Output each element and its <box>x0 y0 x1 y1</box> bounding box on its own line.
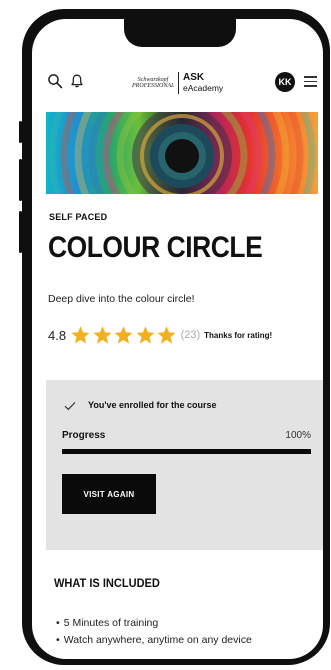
logo-eacademy: eAcademy <box>183 82 224 93</box>
rating-stars[interactable] <box>70 325 178 345</box>
schwarzkopf-brand: Schwarzkopf PROFESSIONAL <box>132 77 175 89</box>
phone-frame: Schwarzkopf PROFESSIONAL ASK eAcademy KK <box>19 9 330 665</box>
rating-row: 4.8 (23) Thanks for rating! <box>48 324 272 346</box>
user-avatar[interactable]: KK <box>275 72 295 92</box>
included-list: 5 Minutes of training Watch anywhere, an… <box>56 615 252 649</box>
included-section-title: WHAT IS INCLUDED <box>54 576 160 590</box>
visit-again-button[interactable]: VISIT AGAIN <box>62 474 156 514</box>
course-description: Deep dive into the colour circle! <box>48 293 195 305</box>
course-title: COLOUR CIRCLE <box>48 231 263 264</box>
course-type-label: SELF PACED <box>49 212 108 222</box>
colour-circle-graphic <box>46 112 318 194</box>
phone-volume-up <box>19 159 22 201</box>
course-hero-image <box>46 112 318 194</box>
list-item: Watch anywhere, anytime on any device <box>56 632 252 649</box>
star-icon[interactable] <box>70 325 91 345</box>
hamburger-icon[interactable] <box>304 76 317 87</box>
rating-thanks-message: Thanks for rating! <box>204 330 273 340</box>
rating-value: 4.8 <box>48 327 67 343</box>
enrollment-status: You've enrolled for the course <box>88 400 217 410</box>
star-icon[interactable] <box>113 325 134 345</box>
star-icon[interactable] <box>156 325 177 345</box>
phone-volume-down <box>19 211 22 253</box>
progress-bar-fill <box>62 449 311 454</box>
progress-percent: 100% <box>285 430 311 441</box>
bell-icon[interactable] <box>69 73 85 89</box>
app-header: Schwarzkopf PROFESSIONAL ASK eAcademy KK <box>32 61 323 101</box>
checkmark-icon <box>64 402 76 411</box>
progress-label: Progress <box>62 430 106 441</box>
search-icon[interactable] <box>47 73 63 89</box>
logo-divider <box>178 72 179 94</box>
list-item: 5 Minutes of training <box>56 615 252 632</box>
star-icon[interactable] <box>135 325 156 345</box>
enrollment-panel: You've enrolled for the course Progress … <box>46 380 323 550</box>
phone-notch <box>124 19 236 47</box>
star-icon[interactable] <box>92 325 113 345</box>
progress-bar <box>62 449 311 454</box>
rating-count: (23) <box>180 329 201 341</box>
ask-eacademy-logo[interactable]: Schwarzkopf PROFESSIONAL ASK eAcademy <box>132 70 223 96</box>
phone-silent-switch <box>19 121 22 143</box>
logo-wordmark: ASK eAcademy <box>183 73 223 92</box>
phone-screen: Schwarzkopf PROFESSIONAL ASK eAcademy KK <box>32 19 323 659</box>
